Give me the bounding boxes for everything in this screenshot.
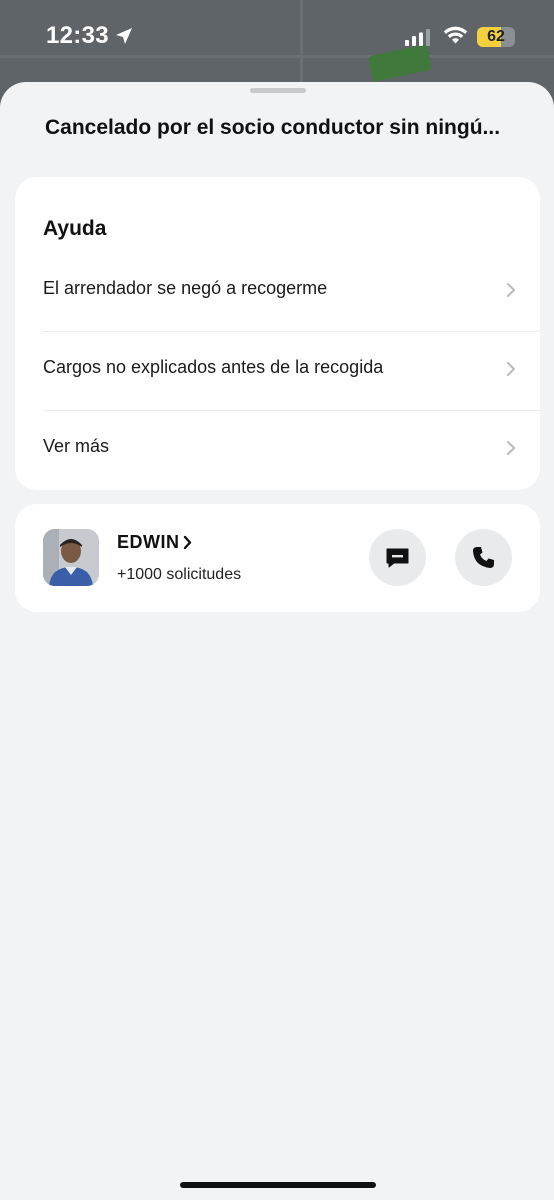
battery-level-text: 62 bbox=[487, 28, 505, 45]
status-time: 12:33 bbox=[46, 22, 109, 49]
message-icon bbox=[386, 548, 409, 568]
status-bar: 12:33 62 bbox=[0, 0, 554, 74]
phone-icon bbox=[473, 547, 494, 568]
location-arrow-icon bbox=[116, 28, 132, 44]
driver-trip-count: +1000 solicitudes bbox=[117, 566, 242, 583]
sheet-grabber-handle[interactable] bbox=[250, 88, 306, 93]
bottom-sheet: Cancelado por el socio conductor sin nin… bbox=[0, 82, 554, 1200]
wifi-icon bbox=[443, 26, 468, 44]
driver-card: EDWIN +1000 solicitudes bbox=[15, 504, 540, 612]
chevron-right-icon bbox=[507, 441, 515, 455]
chevron-right-icon bbox=[507, 362, 515, 376]
help-item-label: El arrendador se negó a recogerme bbox=[43, 278, 328, 298]
help-heading: Ayuda bbox=[43, 217, 107, 240]
driver-name[interactable]: EDWIN bbox=[117, 532, 180, 553]
message-driver-button[interactable] bbox=[369, 529, 426, 586]
cellular-signal-icon bbox=[405, 29, 430, 46]
driver-avatar[interactable] bbox=[43, 529, 99, 586]
help-card: Ayuda El arrendador se negó a recogerme … bbox=[15, 177, 540, 490]
chevron-right-icon bbox=[507, 283, 515, 297]
sheet-title: Cancelado por el socio conductor sin nin… bbox=[45, 116, 501, 139]
help-item-label: Cargos no explicados antes de la recogid… bbox=[43, 357, 384, 377]
chevron-right-icon[interactable] bbox=[183, 535, 192, 550]
home-indicator[interactable] bbox=[180, 1182, 376, 1188]
help-item-refused-pickup[interactable]: El arrendador se negó a recogerme bbox=[43, 252, 540, 332]
help-item-unexplained-charges[interactable]: Cargos no explicados antes de la recogid… bbox=[43, 331, 540, 411]
battery-icon: 62 bbox=[477, 27, 515, 47]
call-driver-button[interactable] bbox=[455, 529, 512, 586]
help-item-see-more[interactable]: Ver más bbox=[43, 410, 540, 489]
help-item-label: Ver más bbox=[43, 436, 110, 456]
